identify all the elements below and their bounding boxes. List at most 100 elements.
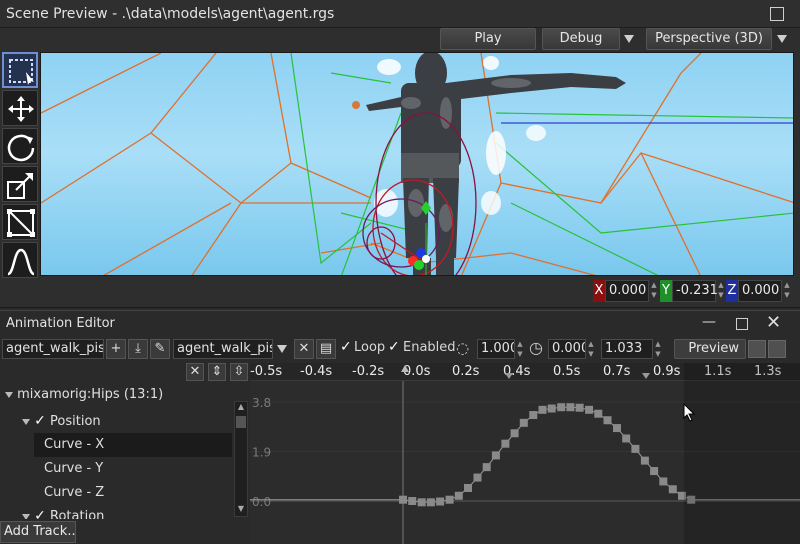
clip-name-field[interactable]: agent_walk_pist xyxy=(2,339,104,359)
play-preview-icon[interactable] xyxy=(748,340,766,358)
keyframe-point[interactable] xyxy=(594,409,603,418)
ruler-tick-label: 0.7s xyxy=(603,364,631,379)
position-checkbox[interactable]: ✓ xyxy=(34,413,46,429)
import-clip-icon[interactable]: ⤓ xyxy=(128,339,148,359)
edit-clip-icon[interactable]: ✎ xyxy=(150,339,170,359)
clip-select[interactable]: agent_walk_pis xyxy=(173,339,273,359)
keyframe-point[interactable] xyxy=(612,424,621,433)
track-row-curve-x[interactable]: Curve - X xyxy=(34,433,232,457)
debug-button[interactable]: Debug xyxy=(542,28,620,50)
x-value-field[interactable]: 0.000 xyxy=(605,280,649,302)
track-row-position[interactable]: ✓ Position xyxy=(0,409,232,433)
keyframe-point[interactable] xyxy=(436,497,445,506)
keyframe-point[interactable] xyxy=(668,485,677,494)
keyframe-point[interactable] xyxy=(473,473,482,482)
length-field[interactable]: 1.033 xyxy=(601,339,653,359)
y-value-field[interactable]: -0.231 xyxy=(672,280,718,302)
expand-icon[interactable]: ⇳ xyxy=(230,363,248,381)
keyframe-point[interactable] xyxy=(464,483,473,492)
scroll-down-icon[interactable]: ▼ xyxy=(235,504,247,514)
x-spinner-icon[interactable]: ▲ ▼ xyxy=(650,280,658,302)
loop-checkbox[interactable]: ✓ xyxy=(340,339,352,355)
curve-tool-button[interactable] xyxy=(2,242,38,278)
bounds-tool-button[interactable] xyxy=(2,204,38,240)
bounds-icon xyxy=(7,209,35,237)
keyframe-point[interactable] xyxy=(501,439,510,448)
track-row-curve-y[interactable]: Curve - Y xyxy=(34,457,232,481)
scroll-thumb[interactable] xyxy=(236,416,246,428)
keyframe-point[interactable] xyxy=(454,491,463,500)
speed-spinner-icon[interactable]: ▲ ▼ xyxy=(516,339,524,359)
clip-dropdown-icon[interactable] xyxy=(277,345,287,353)
remove-track-icon[interactable]: ✕ xyxy=(186,363,204,381)
copy-clip-icon[interactable]: ▤ xyxy=(316,339,336,359)
camera-mode-dropdown-icon[interactable] xyxy=(777,35,787,43)
keyframe-point[interactable] xyxy=(603,416,612,425)
time-field[interactable]: 0.000 xyxy=(548,339,586,359)
expand-triangle-icon[interactable] xyxy=(5,391,13,398)
select-tool-button[interactable] xyxy=(2,52,38,88)
ruler-key-marker[interactable] xyxy=(641,373,650,379)
keyframe-point[interactable] xyxy=(547,404,556,413)
ruler-tick-label: 0.2s xyxy=(452,364,480,379)
track-row-curve-z[interactable]: Curve - Z xyxy=(34,481,232,505)
time-spinner-icon[interactable]: ▲ ▼ xyxy=(587,339,595,359)
scroll-up-icon[interactable]: ▲ xyxy=(235,402,247,412)
scene-viewport[interactable] xyxy=(40,52,794,276)
keyframe-point[interactable] xyxy=(585,405,594,414)
speed-field[interactable]: 1.000 xyxy=(477,339,515,359)
collapse-icon[interactable]: ⇕ xyxy=(208,363,226,381)
scene-preview-window: Scene Preview - .\data\models\agent\agen… xyxy=(0,0,800,308)
keyframe-point[interactable] xyxy=(510,429,519,438)
length-spinner-icon[interactable]: ▲ ▼ xyxy=(654,339,662,359)
z-spinner-icon[interactable]: ▲ ▼ xyxy=(783,280,791,302)
minimize-icon[interactable]: — xyxy=(702,314,716,330)
rotation-checkbox[interactable]: ✓ xyxy=(34,508,46,519)
delete-clip-icon[interactable]: ✕ xyxy=(294,339,314,359)
scale-tool-button[interactable] xyxy=(2,166,38,202)
camera-mode-select[interactable]: Perspective (3D) xyxy=(646,28,772,50)
move-tool-button[interactable] xyxy=(2,90,38,126)
keyframe-point[interactable] xyxy=(519,418,528,427)
stop-preview-icon[interactable] xyxy=(768,340,786,358)
track-scrollbar[interactable]: ▲ ▼ xyxy=(234,401,248,517)
add-clip-button[interactable]: + xyxy=(106,339,126,359)
maximize-icon[interactable] xyxy=(770,7,784,21)
keyframe-point[interactable] xyxy=(566,403,575,412)
add-track-button[interactable]: Add Track.. xyxy=(0,521,76,543)
ruler-key-marker[interactable] xyxy=(505,373,514,379)
timeline[interactable]: -0.5s -0.4s -0.2s 0.0s 0.2s 0.4s 0.5s 0.7s 0.9s 1… xyxy=(250,363,800,544)
keyframe-point[interactable] xyxy=(659,477,668,486)
keyframe-point[interactable] xyxy=(399,495,407,504)
enabled-checkbox[interactable]: ✓ xyxy=(388,339,400,355)
keyframe-point[interactable] xyxy=(445,495,454,504)
keyframe-point[interactable] xyxy=(557,403,566,412)
track-row-rotation[interactable]: ✓ Rotation xyxy=(0,505,232,519)
keyframe-point[interactable] xyxy=(426,498,435,507)
keyframe-point[interactable] xyxy=(631,444,640,453)
rotate-tool-button[interactable] xyxy=(2,128,38,164)
expand-triangle-icon[interactable] xyxy=(22,513,30,519)
maximize-icon[interactable] xyxy=(736,318,748,330)
speed-icon: ◌ xyxy=(456,339,470,357)
play-button[interactable]: Play xyxy=(440,28,536,50)
keyframe-point[interactable] xyxy=(417,498,426,507)
animation-editor-window: Animation Editor — ✕ agent_walk_pist + ⤓… xyxy=(0,310,800,544)
keyframe-point[interactable] xyxy=(622,434,631,443)
keyframe-point[interactable] xyxy=(408,497,417,505)
debug-dropdown-icon[interactable] xyxy=(624,35,634,43)
keyframe-point[interactable] xyxy=(575,403,584,412)
playhead-marker[interactable] xyxy=(401,365,409,372)
keyframe-point[interactable] xyxy=(650,467,659,476)
preview-button[interactable]: Preview xyxy=(674,339,746,359)
keyframe-point[interactable] xyxy=(482,463,491,472)
y-spinner-icon[interactable]: ▲ ▼ xyxy=(717,280,725,302)
keyframe-point[interactable] xyxy=(538,405,547,414)
keyframe-point[interactable] xyxy=(640,456,649,465)
track-row-hips[interactable]: mixamorig:Hips (13:1) xyxy=(0,383,232,407)
expand-triangle-icon[interactable] xyxy=(22,418,30,425)
keyframe-point[interactable] xyxy=(529,411,538,420)
keyframe-point[interactable] xyxy=(491,451,500,460)
close-icon[interactable]: ✕ xyxy=(766,312,781,333)
z-value-field[interactable]: 0.000 xyxy=(738,280,782,302)
